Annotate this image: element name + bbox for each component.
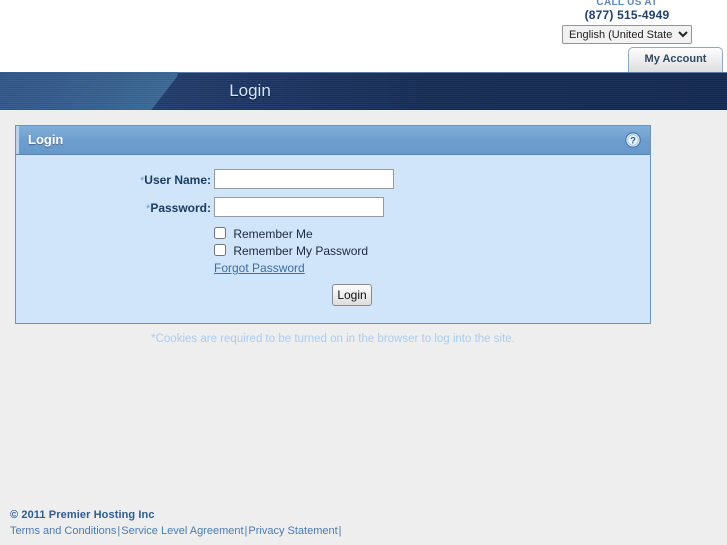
footer-link-privacy-statement[interactable]: Privacy Statement <box>248 525 337 537</box>
password-row: *Password: <box>16 197 650 223</box>
username-label: *User Name: <box>16 169 211 192</box>
remember-me-label: Remember Me <box>233 226 313 241</box>
footer-links: Terms and Conditions | Service Level Agree… <box>10 525 710 537</box>
remember-my-password-label: Remember My Password <box>233 243 369 258</box>
copyright-text: © 2011 Premier Hosting Inc <box>10 509 155 521</box>
footer-separator-3: | <box>338 525 342 537</box>
remember-me-row: Remember Me <box>214 226 313 243</box>
username-row: *User Name: <box>16 169 650 195</box>
password-input[interactable] <box>214 197 384 217</box>
login-submit-button[interactable]: Login <box>332 284 372 306</box>
remember-my-password-checkbox[interactable] <box>214 244 226 256</box>
banner-title: Login <box>229 81 271 100</box>
cookie-requirement-note: *Cookies are required to be turned on in… <box>151 333 515 345</box>
username-input[interactable] <box>214 169 394 189</box>
my-account-tab-label: My Account <box>644 53 707 65</box>
remember-me-checkbox[interactable] <box>214 227 226 239</box>
contact-block: CALL US AT (877) 515-4949 English (Unite… <box>547 0 707 44</box>
my-account-tab[interactable]: My Account <box>628 47 723 72</box>
login-panel-title: Login <box>28 132 64 147</box>
panel-header-left-edge <box>16 126 19 154</box>
login-panel: Login ? *User Name: *Password: Remember … <box>15 125 651 345</box>
forgot-password-link[interactable]: Forgot Password <box>214 261 305 275</box>
footer-link-service-level-agreement[interactable]: Service Level Agreement <box>121 525 243 537</box>
remember-my-password-row: Remember My Password <box>214 243 368 260</box>
footer-link-terms-and-conditions[interactable]: Terms and Conditions <box>10 525 116 537</box>
password-label: *Password: <box>16 197 211 220</box>
language-select[interactable]: English (United States) <box>562 25 692 44</box>
login-panel-header: Login ? <box>16 126 650 155</box>
page-footer: © 2011 Premier Hosting Inc Terms and Con… <box>10 509 710 537</box>
page-header: CALL US AT (877) 515-4949 English (Unite… <box>0 0 727 72</box>
username-label-text: User Name: <box>144 173 211 187</box>
help-question-icon[interactable]: ? <box>625 132 641 148</box>
call-us-label: CALL US AT <box>596 0 658 8</box>
login-form: *User Name: *Password: Remember Me Remem… <box>16 155 650 345</box>
page-banner: Login <box>0 72 727 110</box>
password-label-text: Password: <box>150 201 211 215</box>
phone-number: (877) 515-4949 <box>584 8 670 22</box>
svg-text:?: ? <box>630 136 636 147</box>
